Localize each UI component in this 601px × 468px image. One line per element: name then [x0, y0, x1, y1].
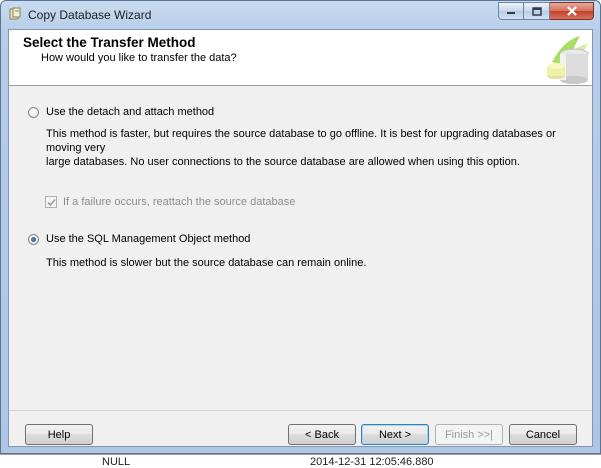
- cancel-button[interactable]: Cancel: [509, 424, 577, 445]
- close-button[interactable]: [550, 2, 594, 20]
- help-button[interactable]: Help: [25, 424, 93, 445]
- maximize-icon: [531, 6, 542, 16]
- checkmark-icon: [46, 198, 56, 206]
- detach-attach-radio[interactable]: [28, 106, 39, 118]
- smo-radio[interactable]: [28, 233, 39, 245]
- page-header: Select the Transfer Method How would you…: [9, 30, 592, 86]
- smo-label: Use the SQL Management Object method: [46, 233, 251, 245]
- footer-divider: [9, 410, 592, 411]
- minimize-button[interactable]: [498, 2, 524, 20]
- maximize-button[interactable]: [524, 2, 550, 20]
- detach-description-line1: This method is faster, but requires the …: [46, 128, 556, 154]
- grid-cell-timestamp: 2014-12-31 12:05:46.880: [310, 456, 434, 468]
- detach-description-line2: large databases. No user connections to …: [46, 156, 520, 168]
- wizard-window: Copy Database Wizard Select the Transfer…: [0, 0, 601, 454]
- detach-attach-description: This method is faster, but requires the …: [46, 127, 576, 169]
- finish-button[interactable]: Finish >>|: [435, 424, 503, 445]
- title-bar[interactable]: Copy Database Wizard: [1, 1, 600, 29]
- background-results-grid: NULL 2014-12-31 12:05:46.880: [0, 454, 601, 468]
- reattach-label: If a failure occurs, reattach the source…: [63, 196, 296, 208]
- grid-cell-null: NULL: [102, 456, 131, 468]
- smo-option[interactable]: Use the SQL Management Object method: [28, 233, 250, 245]
- back-button[interactable]: < Back: [288, 424, 356, 445]
- page-subtitle: How would you like to transfer the data?: [41, 52, 237, 64]
- window-title: Copy Database Wizard: [28, 8, 152, 22]
- page-title: Select the Transfer Method: [23, 35, 196, 50]
- reattach-option[interactable]: If a failure occurs, reattach the source…: [45, 196, 295, 208]
- next-button[interactable]: Next >: [361, 424, 429, 445]
- close-icon: [566, 6, 577, 16]
- app-icon: [9, 7, 21, 20]
- detach-attach-label: Use the detach and attach method: [46, 106, 215, 118]
- minimize-icon: [507, 12, 515, 14]
- smo-description: This method is slower but the source dat…: [46, 257, 367, 269]
- window-controls: [498, 2, 594, 20]
- database-icon: [547, 36, 589, 84]
- reattach-checkbox[interactable]: [45, 196, 57, 208]
- wizard-page: Select the Transfer Method How would you…: [8, 29, 593, 447]
- detach-attach-option[interactable]: Use the detach and attach method: [28, 106, 214, 118]
